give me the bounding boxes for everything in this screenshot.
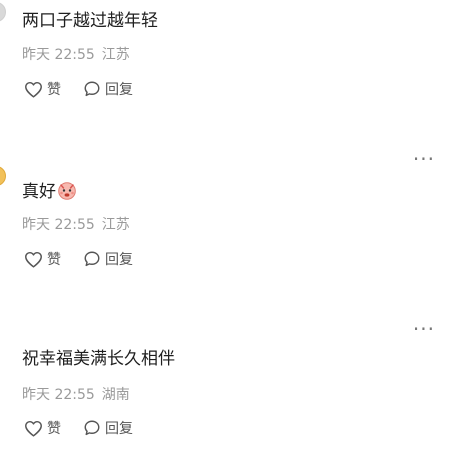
like-label: 赞: [47, 421, 61, 437]
comment-text: 真好: [22, 180, 77, 203]
comment-meta: 昨天 22:55 湖南: [22, 386, 137, 404]
comment-time: 昨天 22:55: [22, 217, 95, 233]
reply-button[interactable]: 回复: [83, 249, 133, 269]
comment-text-content: 真好: [22, 182, 56, 202]
speech-bubble-icon: [84, 420, 100, 436]
reply-label: 回复: [105, 252, 133, 268]
like-button[interactable]: 赞: [24, 249, 61, 269]
heart-outline-icon: [25, 81, 42, 98]
pouty-face-emoji: [58, 182, 76, 200]
comment-actions: 赞 回复: [24, 418, 155, 438]
comment-time: 昨天 22:55: [22, 387, 95, 403]
avatar[interactable]: [0, 2, 6, 22]
comment-text: 两口子越过越年轻: [22, 11, 158, 31]
comment-location: 湖南: [101, 387, 130, 403]
comment-meta: 昨天 22:55 江苏: [22, 46, 137, 64]
comment-text: 祝幸福美满长久相伴: [22, 349, 175, 369]
reply-label: 回复: [105, 421, 133, 437]
comment-meta: 昨天 22:55 江苏: [22, 216, 137, 234]
more-options-button[interactable]: ···: [413, 149, 435, 169]
like-button[interactable]: 赞: [24, 418, 61, 438]
comment-location: 江苏: [101, 217, 130, 233]
reply-label: 回复: [105, 82, 133, 98]
speech-bubble-icon: [84, 81, 100, 97]
comment-time: 昨天 22:55: [22, 47, 95, 63]
reply-button[interactable]: 回复: [83, 79, 133, 99]
comment-item: ··· 祝幸福美满长久相伴 昨天 22:55 湖南 赞 回复: [0, 318, 453, 458]
more-options-button[interactable]: ···: [413, 319, 435, 339]
like-label: 赞: [47, 82, 61, 98]
speech-bubble-icon: [84, 251, 100, 267]
comment-actions: 赞 回复: [24, 249, 155, 269]
heart-outline-icon: [25, 420, 42, 437]
like-button[interactable]: 赞: [24, 79, 61, 99]
reply-button[interactable]: 回复: [83, 418, 133, 438]
comment-item: 两口子越过越年轻 昨天 22:55 江苏 赞 回复: [0, 0, 453, 110]
avatar[interactable]: [0, 166, 6, 186]
heart-outline-icon: [25, 251, 42, 268]
comment-actions: 赞 回复: [24, 79, 155, 99]
comment-item: ··· 真好 昨天 22:55 江苏 赞 回复: [0, 148, 453, 278]
comment-location: 江苏: [101, 47, 130, 63]
like-label: 赞: [47, 252, 61, 268]
